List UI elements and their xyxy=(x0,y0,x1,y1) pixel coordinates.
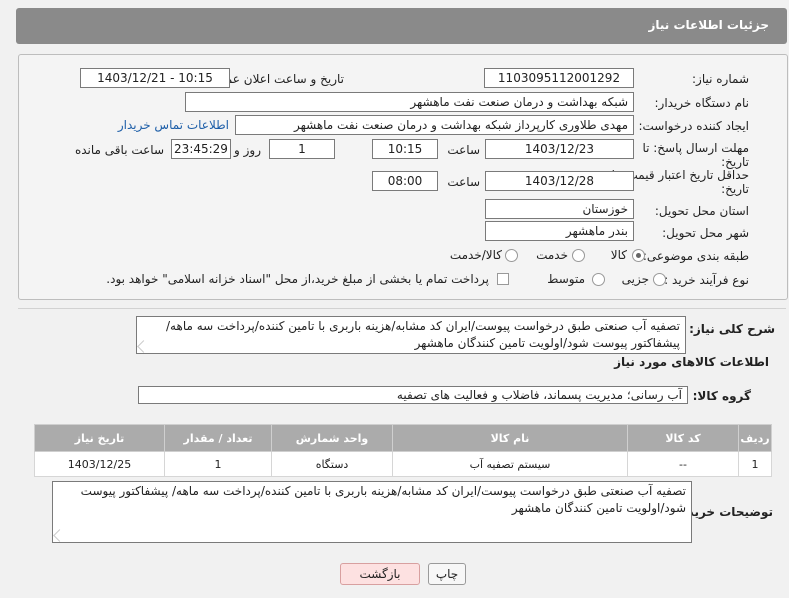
price-time-label: ساعت xyxy=(447,175,480,189)
remaining-time-field[interactable]: 23:45:29 xyxy=(171,139,231,159)
treasury-payment-note: پرداخت تمام یا بخشی از مبلغ خرید،از محل … xyxy=(106,272,489,286)
col-row: ردیف xyxy=(738,424,772,452)
print-button[interactable]: چاپ xyxy=(428,563,466,585)
cell-unit: دستگاه xyxy=(271,451,393,477)
col-unit: واحد شمارش xyxy=(271,424,393,452)
contact-info-link[interactable]: اطلاعات تماس خریدار xyxy=(118,118,229,132)
col-qty: تعداد / مقدار xyxy=(164,424,272,452)
cell-code: -- xyxy=(627,451,739,477)
back-button[interactable]: بازگشت xyxy=(340,563,420,585)
city-field[interactable]: بندر ماهشهر xyxy=(485,221,634,241)
cell-date: 1403/12/25 xyxy=(34,451,165,477)
price-time-field[interactable]: 08:00 xyxy=(372,171,438,191)
buyer-notes-textarea[interactable]: تصفیه آب صنعتی طبق درخواست پیوست/ایران ک… xyxy=(52,481,692,543)
divider xyxy=(18,308,786,309)
cell-row: 1 xyxy=(738,451,772,477)
col-name: نام کالا xyxy=(392,424,628,452)
goods-section-title: اطلاعات کالاهای مورد نیاز xyxy=(614,355,769,369)
process-radio-minor[interactable] xyxy=(653,273,666,286)
col-code: کد کالا xyxy=(627,424,739,452)
goods-table: ردیف کد کالا نام کالا واحد شمارش تعداد /… xyxy=(34,424,772,477)
creator-label: ایجاد کننده درخواست: xyxy=(638,119,749,133)
category-option-goods: کالا xyxy=(610,248,627,262)
reply-time-label: ساعت xyxy=(447,143,480,157)
province-field[interactable]: خوزستان xyxy=(485,199,634,219)
reply-time-field[interactable]: 10:15 xyxy=(372,139,438,159)
category-option-service: خدمت xyxy=(536,248,568,262)
category-option-goods-service: کالا/خدمت xyxy=(449,248,502,262)
buyer-org-label: نام دستگاه خریدار: xyxy=(654,96,750,110)
description-label: شرح کلی نیاز: xyxy=(689,322,775,336)
table-row[interactable]: 1 -- سیستم تصفیه آب دستگاه 1 1403/12/25 xyxy=(34,451,772,477)
page-title: جزئیات اطلاعات نیاز xyxy=(648,18,769,32)
reply-date-field[interactable]: 1403/12/23 xyxy=(485,139,634,159)
creator-field[interactable]: مهدی طلاوری کارپرداز شبکه بهداشت و درمان… xyxy=(235,115,634,135)
goods-group-label: گروه کالا: xyxy=(692,389,751,403)
resize-grip-icon[interactable] xyxy=(53,529,66,542)
treasury-payment-checkbox[interactable] xyxy=(497,273,509,285)
reply-deadline-label-date: تاریخ: xyxy=(721,155,749,169)
need-number-label: شماره نیاز: xyxy=(692,72,749,86)
cell-name: سیستم تصفیه آب xyxy=(392,451,628,477)
category-radio-service[interactable] xyxy=(572,249,585,262)
process-radio-medium[interactable] xyxy=(592,273,605,286)
category-label: طبقه بندی موضوعی: xyxy=(642,249,749,263)
price-date-field[interactable]: 1403/12/28 xyxy=(485,171,634,191)
cell-qty: 1 xyxy=(164,451,272,477)
category-radio-goods[interactable] xyxy=(632,249,645,262)
description-text: تصفیه آب صنعتی طبق درخواست پیوست/ایران ک… xyxy=(166,319,680,350)
goods-table-header: ردیف کد کالا نام کالا واحد شمارش تعداد /… xyxy=(34,424,772,452)
days-label: روز و xyxy=(234,143,261,157)
province-label: استان محل تحویل: xyxy=(654,204,749,218)
need-number-field[interactable]: 1103095112001292 xyxy=(484,68,634,88)
price-validity-label-date: تاریخ: xyxy=(721,182,749,196)
process-label: نوع فرآیند خرید : xyxy=(664,273,749,287)
days-field[interactable]: 1 xyxy=(269,139,335,159)
category-radio-goods-service[interactable] xyxy=(505,249,518,262)
buyer-org-field[interactable]: شبکه بهداشت و درمان صنعت نفت ماهشهر xyxy=(185,92,634,112)
city-label: شهر محل تحویل: xyxy=(662,226,749,240)
reply-deadline-label: مهلت ارسال پاسخ: تا xyxy=(642,141,749,155)
process-option-medium: متوسط xyxy=(547,272,585,286)
goods-group-field[interactable]: آب رسانی؛ مدیریت پسماند، فاضلاب و فعالیت… xyxy=(138,386,688,404)
announce-field[interactable]: 1403/12/21 - 10:15 xyxy=(80,68,230,88)
process-option-minor: جزیی xyxy=(621,272,649,286)
remaining-time-label: ساعت باقی مانده xyxy=(74,143,164,157)
page-header: جزئیات اطلاعات نیاز xyxy=(16,8,787,44)
resize-grip-icon[interactable] xyxy=(137,340,150,353)
buyer-notes-text: تصفیه آب صنعتی طبق درخواست پیوست/ایران ک… xyxy=(80,484,686,515)
col-date: تاریخ نیاز xyxy=(34,424,165,452)
description-textarea[interactable]: تصفیه آب صنعتی طبق درخواست پیوست/ایران ک… xyxy=(136,316,686,354)
